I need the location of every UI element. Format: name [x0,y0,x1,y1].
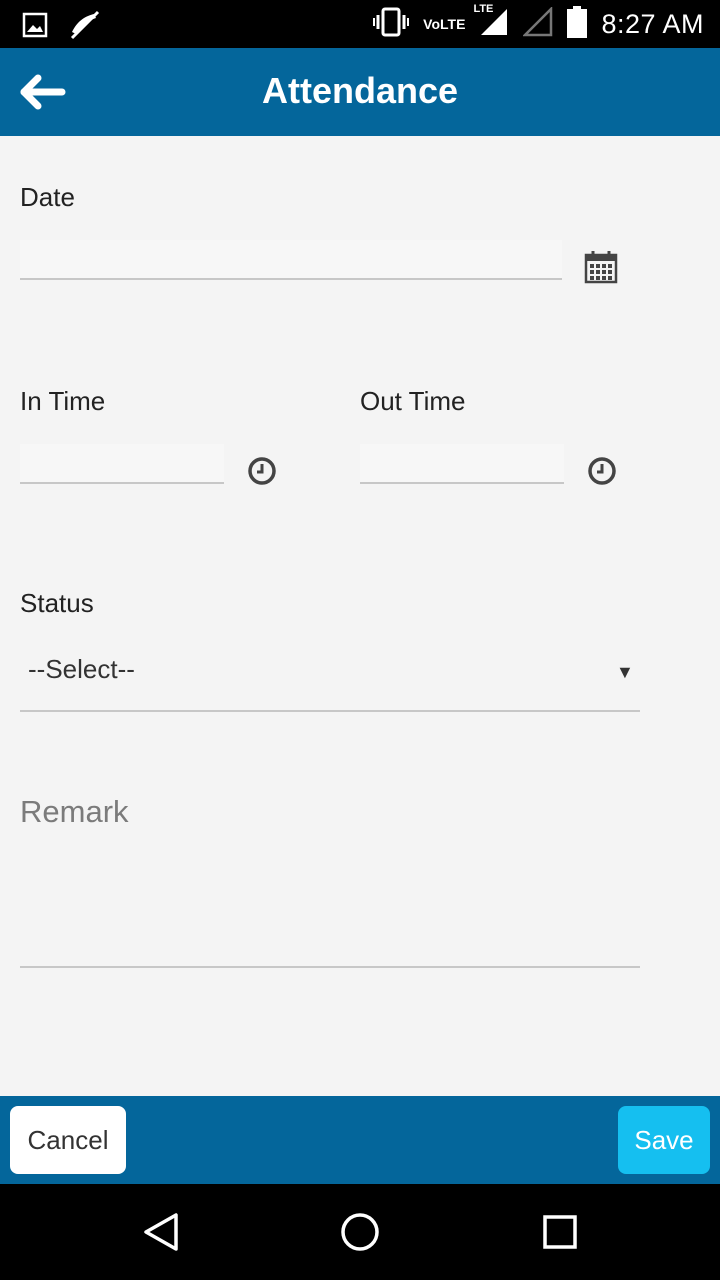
signal-icon: LTE [473,3,509,42]
out-time-underline [360,482,564,484]
lte-label: LTE [473,2,494,15]
status-time: 8:27 AM [601,8,704,39]
app-bar: Attendance [0,48,720,136]
cancel-button[interactable]: Cancel [10,1106,126,1174]
save-button[interactable]: Save [618,1106,710,1174]
status-left [22,10,102,45]
out-time-input[interactable] [360,444,564,482]
status-bar: VoLTE LTE 8:27 AM [0,0,720,48]
date-label: Date [20,182,75,212]
action-bar: Cancel Save [0,1096,720,1184]
remark-underline [20,966,640,968]
date-underline [20,278,562,280]
clock-icon[interactable] [247,456,277,491]
date-input[interactable] [20,240,562,278]
calendar-icon[interactable] [584,250,618,289]
recents-square-icon[interactable] [542,1214,578,1255]
in-time-label: In Time [20,386,106,416]
battery-icon [567,5,588,43]
out-time-label: Out Time [360,386,466,416]
image-icon [22,12,48,43]
system-nav-bar [0,1184,720,1280]
signal-empty-icon [522,5,553,42]
status-right: VoLTE LTE 8:27 AM [373,0,704,48]
status-label: Status [20,588,94,618]
status-underline [20,710,640,712]
in-time-underline [20,482,224,484]
back-triangle-icon[interactable] [142,1212,180,1257]
remark-placeholder: Remark [20,794,129,829]
clock-icon[interactable] [587,456,617,491]
home-circle-icon[interactable] [340,1212,380,1257]
vibrate-icon [373,7,410,42]
page-title: Attendance [261,70,459,111]
in-time-input[interactable] [20,444,224,482]
mute-icon [68,10,102,45]
status-selected-value: --Select-- [28,654,135,684]
dropdown-arrow-icon[interactable]: ▼ [616,662,634,683]
volte-label: VoLTE [423,16,466,32]
